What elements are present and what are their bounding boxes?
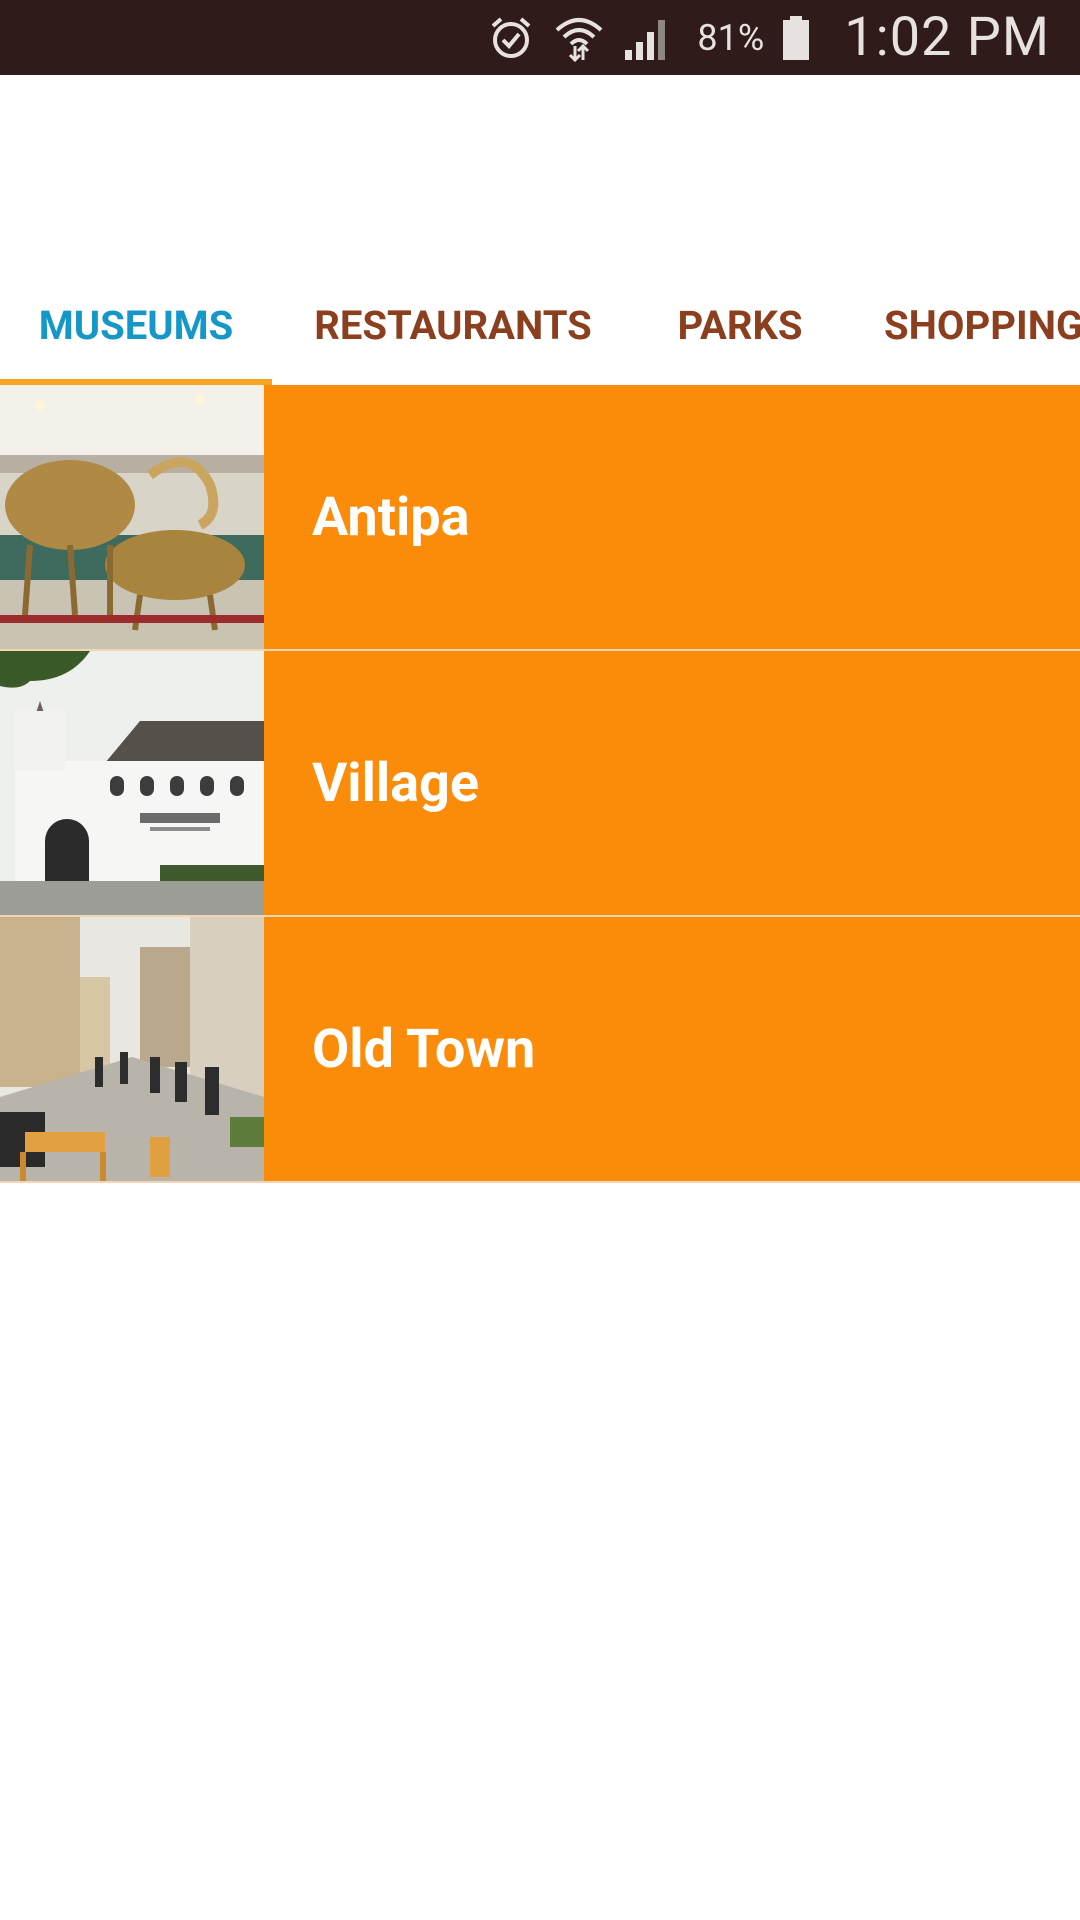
- museum-skeleton-thumbnail: [0, 385, 264, 649]
- battery-percent: 81%: [697, 16, 765, 59]
- list-item-label: Village: [312, 751, 480, 815]
- list-item-old-town[interactable]: Old Town: [0, 917, 1080, 1183]
- list-item-antipa[interactable]: Antipa: [0, 385, 1080, 651]
- alarm-icon: [487, 14, 535, 62]
- old-town-street-thumbnail: [0, 917, 264, 1181]
- clock: 1:02 PM: [844, 6, 1050, 69]
- places-list: Antipa Village Old Town: [0, 385, 1080, 1183]
- battery-icon: [782, 14, 810, 62]
- signal-icon: [623, 14, 673, 62]
- tab-label: MUSEUMS: [38, 301, 234, 349]
- category-tabs: MUSEUMS RESTAURANTS PARKS SHOPPING: [0, 265, 1080, 385]
- status-icons: 81% 1:02 PM: [487, 0, 1050, 75]
- status-bar: 81% 1:02 PM: [0, 0, 1080, 75]
- tab-shopping[interactable]: SHOPPING: [868, 265, 1080, 385]
- list-item-label: Old Town: [312, 1017, 536, 1081]
- list-item-village[interactable]: Village: [0, 651, 1080, 917]
- tab-label: SHOPPING: [884, 301, 1080, 349]
- list-item-label: Antipa: [312, 485, 470, 549]
- village-museum-thumbnail: [0, 651, 264, 915]
- wifi-icon: [553, 12, 605, 64]
- tab-parks[interactable]: PARKS: [652, 265, 828, 385]
- tab-museums[interactable]: MUSEUMS: [0, 265, 272, 385]
- tab-restaurants[interactable]: RESTAURANTS: [290, 265, 616, 385]
- tab-label: PARKS: [677, 301, 803, 349]
- tab-label: RESTAURANTS: [314, 301, 592, 349]
